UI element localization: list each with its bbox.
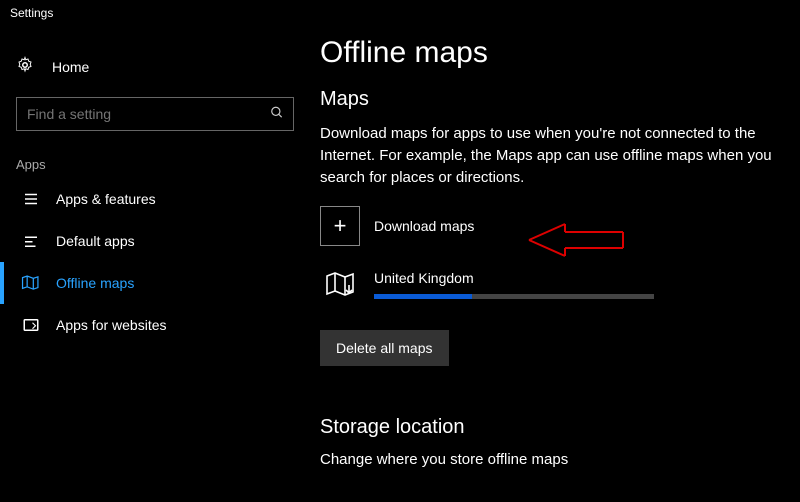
sidebar-item-default-apps[interactable]: Default apps: [0, 220, 310, 262]
sidebar-item-label: Offline maps: [56, 275, 134, 291]
map-download-row[interactable]: United Kingdom: [320, 264, 790, 304]
plus-icon: +: [320, 206, 360, 246]
defaults-icon: [20, 232, 42, 250]
list-icon: [20, 190, 42, 208]
page-title: Offline maps: [320, 36, 790, 70]
sidebar: Home Apps Apps & features: [0, 26, 310, 502]
search-icon: [270, 106, 284, 123]
link-icon: [20, 316, 42, 334]
main-panel: Offline maps Maps Download maps for apps…: [310, 26, 800, 502]
download-maps-button[interactable]: + Download maps: [320, 206, 790, 246]
home-button[interactable]: Home: [0, 46, 310, 87]
sidebar-item-label: Apps for websites: [56, 317, 167, 333]
download-progress: [374, 294, 654, 299]
sidebar-item-label: Apps & features: [56, 191, 156, 207]
storage-description: Change where you store offline maps: [320, 451, 790, 468]
sidebar-item-label: Default apps: [56, 233, 135, 249]
map-download-icon: [20, 274, 42, 292]
download-progress-fill: [374, 294, 472, 299]
delete-all-maps-button[interactable]: Delete all maps: [320, 330, 449, 366]
map-name: United Kingdom: [374, 270, 654, 286]
search-box[interactable]: [16, 97, 294, 131]
search-input[interactable]: [16, 97, 294, 131]
maps-heading: Maps: [320, 88, 790, 111]
window-title: Settings: [0, 0, 800, 26]
sidebar-item-apps-features[interactable]: Apps & features: [0, 178, 310, 220]
maps-description: Download maps for apps to use when you'r…: [320, 123, 780, 188]
map-icon: [320, 264, 360, 304]
sidebar-item-offline-maps[interactable]: Offline maps: [0, 262, 310, 304]
download-maps-label: Download maps: [374, 218, 474, 234]
sidebar-section-label: Apps: [0, 151, 310, 178]
gear-icon: [16, 56, 38, 77]
storage-heading: Storage location: [320, 416, 790, 439]
sidebar-item-apps-websites[interactable]: Apps for websites: [0, 304, 310, 346]
home-label: Home: [52, 59, 89, 75]
